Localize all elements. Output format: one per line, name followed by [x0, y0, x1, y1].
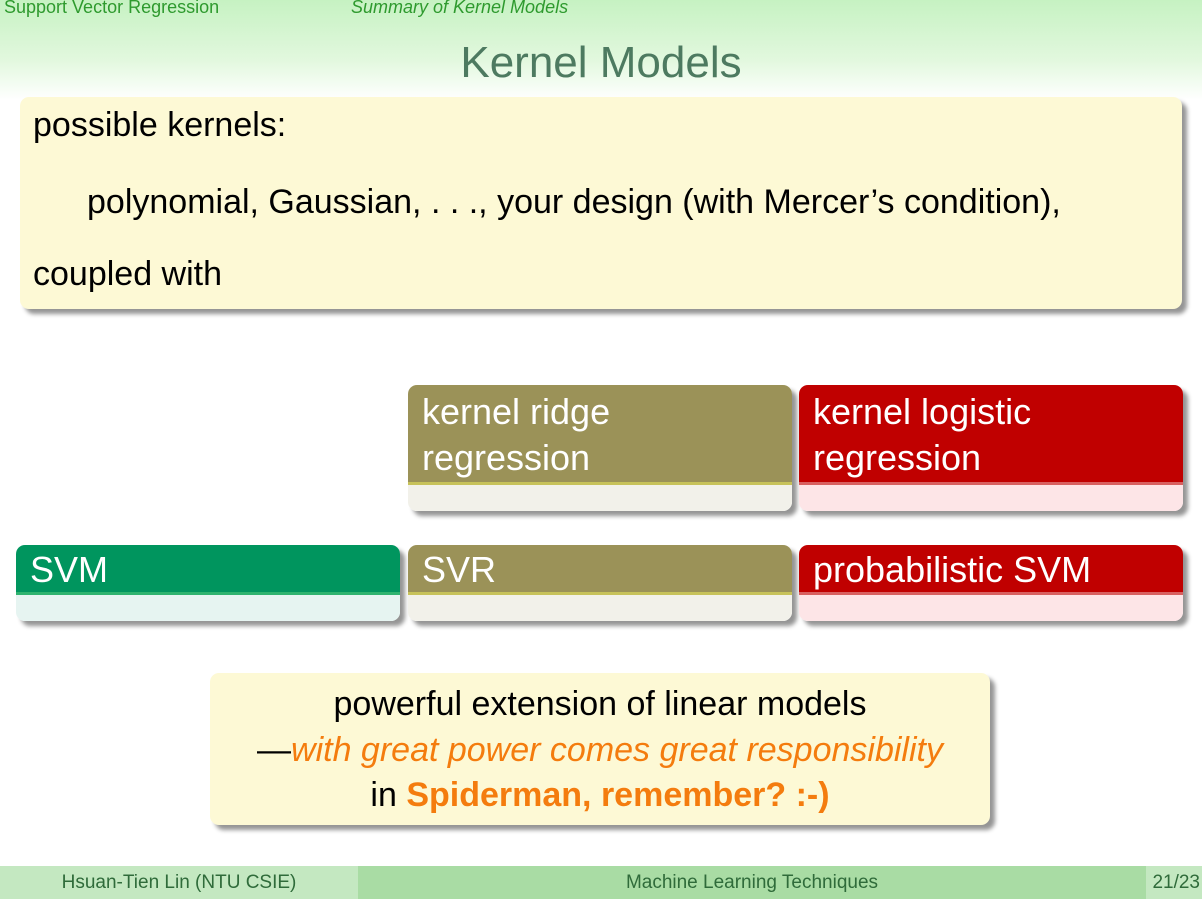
kernel-logistic-regression-head: kernel logistic regression: [799, 385, 1183, 485]
kernel-ridge-label-1: kernel ridge: [422, 391, 611, 432]
kernel-logistic-regression-block: kernel logistic regression: [799, 385, 1183, 511]
nav-section-link[interactable]: Support Vector Regression: [4, 0, 219, 18]
svr-body: [408, 595, 792, 621]
kernel-logistic-label-1: kernel logistic: [813, 391, 1032, 432]
footer-author: Hsuan-Tien Lin (NTU CSIE): [0, 866, 358, 899]
probabilistic-svm-label: probabilistic SVM: [799, 545, 1183, 595]
footer-course: Machine Learning Techniques: [358, 866, 1146, 899]
kernels-line-1: possible kernels:: [33, 106, 287, 144]
summary-dash: —: [257, 731, 292, 769]
summary-quote: with great power comes great responsibil…: [291, 731, 943, 769]
svr-block: SVR: [408, 545, 792, 621]
svm-label: SVM: [16, 545, 400, 595]
kernel-ridge-regression-head: kernel ridge regression: [408, 385, 792, 485]
probabilistic-svm-body: [799, 595, 1183, 621]
probabilistic-svm-block: probabilistic SVM: [799, 545, 1183, 621]
summary-spiderman: Spiderman, remember? :-): [406, 776, 830, 814]
kernel-ridge-label-2: regression: [422, 437, 591, 478]
slide-title: Kernel Models: [460, 38, 742, 87]
svm-body: [16, 595, 400, 621]
summary-line-1: powerful extension of linear models: [333, 685, 867, 723]
svr-label: SVR: [408, 545, 792, 595]
kernels-block: possible kernels: polynomial, Gaussian, …: [20, 97, 1182, 309]
kernel-ridge-regression-body: [408, 485, 792, 511]
footer-page-number: 21/23: [1146, 866, 1202, 899]
kernel-ridge-regression-block: kernel ridge regression: [408, 385, 792, 511]
svm-block: SVM: [16, 545, 400, 621]
kernels-line-2: polynomial, Gaussian, . . ., your design…: [87, 183, 1061, 221]
kernel-logistic-label-2: regression: [813, 437, 982, 478]
summary-line-2: —with great power comes great responsibi…: [210, 731, 990, 770]
summary-line-3: in Spiderman, remember? :-): [210, 776, 990, 815]
kernel-logistic-regression-body: [799, 485, 1183, 511]
summary-prefix: in: [370, 776, 407, 814]
kernels-line-3: coupled with: [33, 255, 223, 293]
nav-subsection-link[interactable]: Summary of Kernel Models: [351, 0, 568, 18]
summary-block: powerful extension of linear models —wit…: [210, 673, 990, 825]
footer-bar: Hsuan-Tien Lin (NTU CSIE) Machine Learni…: [0, 866, 1202, 899]
